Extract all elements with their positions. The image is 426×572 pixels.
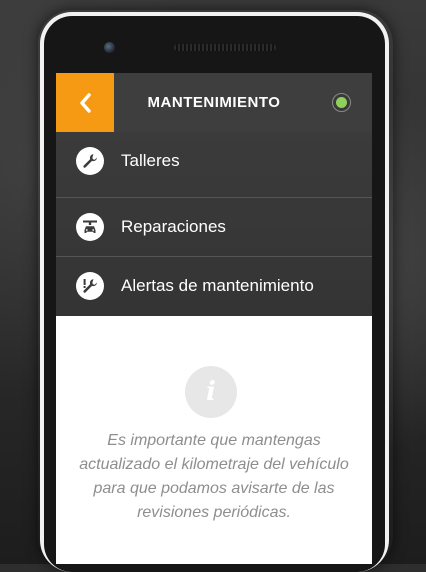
info-icon: i — [185, 366, 237, 418]
car-service-icon — [76, 213, 104, 241]
menu-item-alertas[interactable]: Alertas de mantenimiento — [56, 257, 372, 316]
status-dot-icon — [332, 93, 351, 112]
status-dot-fill — [336, 97, 347, 108]
chevron-left-icon — [80, 92, 91, 113]
wrench-alert-icon — [76, 272, 104, 300]
page-title: MANTENIMIENTO — [147, 94, 281, 111]
earpiece-speaker — [174, 44, 276, 51]
maintenance-menu: Talleres Reparaciones Alertas de manteni… — [56, 132, 372, 316]
info-message: Es importante que mantengas actualizado … — [79, 432, 349, 521]
menu-item-label: Alertas de mantenimiento — [121, 276, 314, 295]
menu-item-label: Talleres — [121, 151, 180, 170]
menu-item-label: Reparaciones — [121, 217, 226, 236]
menu-item-talleres[interactable]: Talleres — [56, 132, 372, 191]
app-screen: MANTENIMIENTO Talleres Reparaciones Aler… — [56, 73, 372, 564]
wrench-icon — [76, 147, 104, 175]
back-button[interactable] — [56, 73, 114, 132]
front-camera — [104, 42, 115, 53]
menu-item-reparaciones[interactable]: Reparaciones — [56, 198, 372, 256]
info-icon-glyph: i — [206, 377, 216, 407]
info-panel: i Es importante que mantengas actualizad… — [56, 316, 372, 564]
app-header: MANTENIMIENTO — [56, 73, 372, 132]
